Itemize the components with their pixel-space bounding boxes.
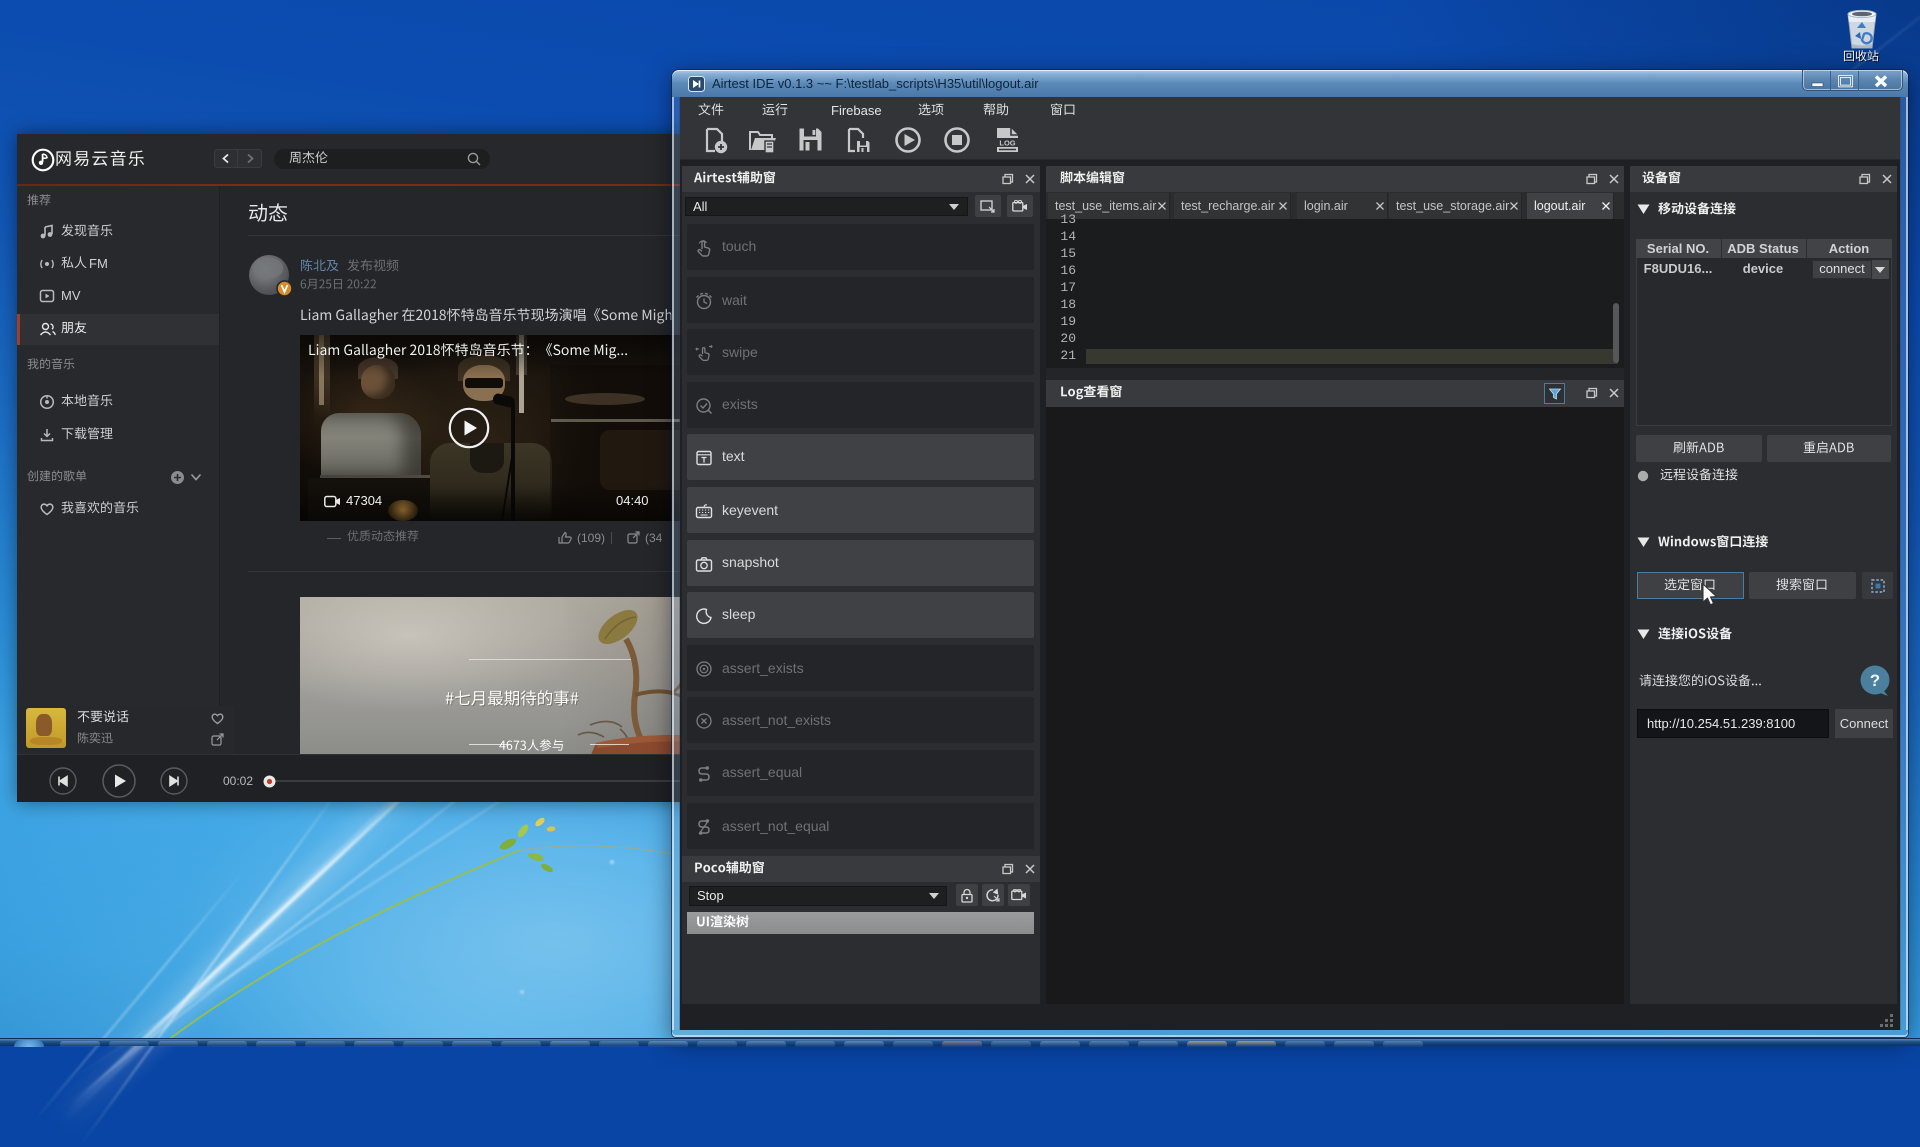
svg-text:?: ? <box>1870 671 1880 690</box>
svg-text:LOG: LOG <box>999 139 1015 148</box>
